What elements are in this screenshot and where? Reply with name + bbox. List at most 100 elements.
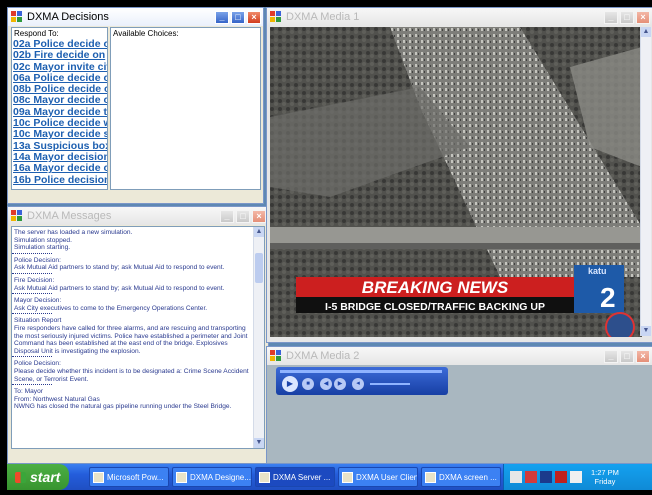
taskbar-button-label: DXMA User Client bbox=[356, 472, 418, 482]
stop-button[interactable]: ■ bbox=[302, 378, 314, 390]
security-icon[interactable] bbox=[525, 471, 537, 483]
taskbar-button-label: Microsoft Pow... bbox=[107, 472, 164, 482]
message-separator bbox=[12, 356, 52, 358]
available-choices-panel[interactable]: Available Choices: bbox=[110, 27, 261, 190]
messages-titlebar[interactable]: DXMA Messages _ □ × bbox=[8, 207, 268, 225]
taskbar-button[interactable]: Microsoft Pow... bbox=[89, 467, 169, 487]
media2-titlebar[interactable]: DXMA Media 2 _ □ × bbox=[267, 347, 652, 365]
window-title: DXMA Media 1 bbox=[286, 11, 360, 23]
clock[interactable]: 1:27 PM Friday bbox=[591, 468, 619, 486]
taskbar-button-label: DXMA Server ... bbox=[273, 472, 331, 482]
media1-titlebar[interactable]: DXMA Media 1 _ □ × bbox=[267, 8, 652, 26]
media1-window: DXMA Media 1 _ □ × BREAKING NEWS I-5 BRI… bbox=[266, 7, 652, 343]
taskbar-button[interactable]: DXMA Designe... bbox=[172, 467, 252, 487]
news-video[interactable]: BREAKING NEWS I-5 BRIDGE CLOSED/TRAFFIC … bbox=[270, 27, 642, 337]
app-icon bbox=[11, 210, 23, 222]
ticker-text: I-5 BRIDGE CLOSED/TRAFFIC BACKING UP bbox=[325, 301, 545, 313]
shield-icon[interactable] bbox=[540, 471, 552, 483]
maximize-button[interactable]: □ bbox=[236, 209, 250, 223]
minimize-button[interactable]: _ bbox=[604, 10, 618, 24]
start-button[interactable]: start bbox=[7, 464, 69, 490]
media-player-controls: ▶ ■ ◀ ▶ ◂ bbox=[276, 367, 448, 395]
minimize-button[interactable]: _ bbox=[604, 349, 618, 363]
previous-button[interactable]: ◀ bbox=[320, 378, 332, 390]
volume-slider[interactable] bbox=[370, 383, 410, 385]
media2-window: DXMA Media 2 _ □ × ▶ ■ ◀ ▶ ◂ bbox=[266, 346, 652, 464]
next-button[interactable]: ▶ bbox=[334, 378, 346, 390]
window-title: DXMA Media 2 bbox=[286, 350, 360, 362]
messages-scrollbar[interactable]: ▲ ▼ bbox=[253, 227, 264, 448]
message-separator bbox=[12, 313, 52, 315]
close-button[interactable]: × bbox=[252, 209, 266, 223]
message-separator bbox=[12, 272, 52, 274]
decision-link[interactable]: 10c Mayor decide s bbox=[12, 129, 107, 141]
message-entry: To: Mayor From: Northwest Natural Gas NW… bbox=[14, 388, 232, 411]
windows-logo-icon bbox=[15, 471, 26, 483]
taskbar-button-label: DXMA screen ... bbox=[439, 472, 497, 482]
taskbar-button[interactable]: DXMA Server ... bbox=[255, 467, 335, 487]
play-button[interactable]: ▶ bbox=[282, 376, 298, 392]
close-button[interactable]: × bbox=[247, 10, 261, 24]
app-icon bbox=[259, 471, 270, 483]
decision-link[interactable]: 02b Fire decide on bbox=[12, 49, 107, 61]
message-separator bbox=[12, 252, 52, 254]
decision-link[interactable]: 16a Mayor decide o bbox=[12, 162, 107, 174]
decision-list: 02a Police decide o 02b Fire decide on 02c… bbox=[12, 38, 107, 186]
app-icon bbox=[270, 11, 282, 23]
app-icon bbox=[176, 471, 187, 483]
app-icon bbox=[11, 11, 23, 23]
network-icon[interactable] bbox=[510, 471, 522, 483]
taskbar-button[interactable]: DXMA screen ... bbox=[421, 467, 501, 487]
scroll-down-button[interactable]: ▼ bbox=[641, 326, 651, 336]
scroll-thumb[interactable] bbox=[255, 253, 263, 283]
seek-bar[interactable] bbox=[280, 370, 442, 373]
station-logo-text: katu bbox=[588, 266, 607, 276]
message-entry: Fire Decision: Ask Mutual Aid partners t… bbox=[14, 276, 225, 292]
taskbar-button-label: DXMA Designe... bbox=[190, 472, 251, 482]
decisions-titlebar[interactable]: DXMA Decisions _ □ × bbox=[8, 8, 263, 26]
maximize-button[interactable]: □ bbox=[620, 10, 634, 24]
taskbar-button[interactable]: DXMA User Client bbox=[338, 467, 418, 487]
start-label: start bbox=[30, 469, 61, 485]
channel-number: 2 bbox=[600, 282, 616, 313]
clock-time: 1:27 PM bbox=[591, 468, 619, 477]
taskbar: start Microsoft Pow... DXMA Designe... DXM… bbox=[7, 464, 652, 490]
minimize-button[interactable]: _ bbox=[215, 10, 229, 24]
media1-scrollbar[interactable]: ▲ ▼ bbox=[640, 27, 651, 336]
messages-window: DXMA Messages _ □ × The server has loade… bbox=[7, 206, 269, 464]
window-title: DXMA Decisions bbox=[27, 11, 109, 23]
message-entry: Situation Report Fire responders have ca… bbox=[14, 317, 248, 355]
minimize-button[interactable]: _ bbox=[220, 209, 234, 223]
close-button[interactable]: × bbox=[636, 349, 650, 363]
mute-icon[interactable]: ◂ bbox=[352, 378, 364, 390]
messages-list: The server has loaded a new simulation. … bbox=[12, 229, 253, 448]
app-icon bbox=[270, 350, 282, 362]
maximize-button[interactable]: □ bbox=[620, 349, 634, 363]
system-tray: 1:27 PM Friday bbox=[503, 464, 652, 490]
scroll-down-button[interactable]: ▼ bbox=[254, 438, 264, 448]
message-entry: Police Decision: Ask Mutual Aid partners… bbox=[14, 256, 225, 272]
respond-to-panel[interactable]: Respond To: 02a Police decide o 02b Fire … bbox=[11, 27, 108, 190]
mcafee-icon[interactable] bbox=[555, 471, 567, 483]
decision-link[interactable]: 16b Police decision bbox=[12, 174, 107, 186]
message-entry: Mayor Decision: Ask City executives to c… bbox=[14, 297, 208, 312]
message-separator bbox=[12, 384, 52, 386]
close-button[interactable]: × bbox=[636, 10, 650, 24]
volume-icon[interactable] bbox=[570, 471, 582, 483]
breaking-news-text: BREAKING NEWS bbox=[362, 278, 509, 297]
message-entry: The server has loaded a new simulation. … bbox=[14, 229, 133, 252]
scroll-up-button[interactable]: ▲ bbox=[254, 227, 264, 237]
task-list: Microsoft Pow... DXMA Designe... DXMA Serv… bbox=[89, 467, 501, 487]
desktop: DXMA Decisions _ □ × Respond To: 02a Pol… bbox=[7, 7, 652, 490]
app-icon bbox=[425, 471, 436, 483]
available-choices-label: Available Choices: bbox=[113, 29, 179, 38]
clock-day: Friday bbox=[594, 477, 616, 486]
maximize-button[interactable]: □ bbox=[231, 10, 245, 24]
traffic-aerial-image: BREAKING NEWS I-5 BRIDGE CLOSED/TRAFFIC … bbox=[270, 27, 642, 337]
messages-panel[interactable]: The server has loaded a new simulation. … bbox=[11, 226, 265, 449]
app-icon bbox=[93, 471, 104, 483]
message-separator bbox=[12, 293, 52, 295]
seal-icon bbox=[605, 312, 635, 337]
scroll-up-button[interactable]: ▲ bbox=[641, 27, 651, 37]
app-icon bbox=[342, 471, 353, 483]
